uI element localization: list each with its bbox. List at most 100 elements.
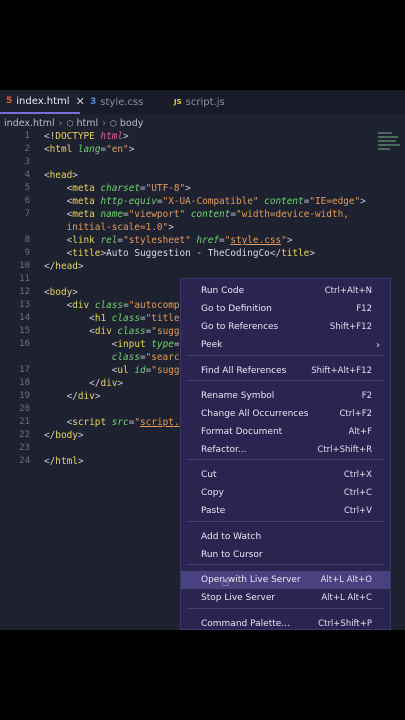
tab-style-css[interactable]: 3 style.css xyxy=(84,90,164,114)
menu-item-label: Refactor... xyxy=(201,445,247,455)
menu-item-find-all-references[interactable]: Find All References Shift+Alt+F12 xyxy=(181,362,390,380)
menu-item-label: Rename Symbol xyxy=(201,391,275,401)
menu-item-add-to-watch[interactable]: Add to Watch xyxy=(181,528,390,546)
menu-item-open-with-live-server[interactable]: Open with Live Server Alt+L Alt+O xyxy=(181,571,390,589)
code-line: <title>Auto Suggestion - TheCodingCo</ti… xyxy=(66,248,315,259)
code-line: <link rel="stylesheet" href="style.css"> xyxy=(66,235,293,246)
line-number: 2 xyxy=(24,144,30,154)
menu-item-label: Find All References xyxy=(201,366,287,376)
chevron-right-icon: › xyxy=(58,117,63,129)
line-number xyxy=(0,221,34,234)
menu-item-label: Open with Live Server xyxy=(201,575,301,585)
menu-item-shortcut: Ctrl+Shift+P xyxy=(318,619,372,629)
line-number: 4 xyxy=(24,170,30,180)
menu-separator xyxy=(187,521,384,522)
context-menu: Run Code Ctrl+Alt+N Go to Definition F12 Go … xyxy=(180,278,391,630)
menu-item-label: Stop Live Server xyxy=(201,593,276,603)
line-number: 12 xyxy=(19,287,30,297)
line-number: 22 xyxy=(19,430,30,440)
line-number: 7 xyxy=(24,209,30,219)
css-file-icon: 3 xyxy=(90,97,97,107)
menu-item-change-all-occurrences[interactable]: Change All Occurrences Ctrl+F2 xyxy=(181,405,390,423)
menu-item-label: Run Code xyxy=(201,286,245,296)
line-number: 17 xyxy=(19,365,30,375)
minimap-line xyxy=(378,136,398,138)
menu-item-format-document[interactable]: Format Document Alt+F xyxy=(181,423,390,441)
line-number: 8 xyxy=(24,235,30,245)
line-number xyxy=(0,351,34,364)
breadcrumb-item-file[interactable]: index.html xyxy=(4,118,55,129)
element-icon: ⬡ xyxy=(109,118,117,128)
menu-item-peek[interactable]: Peek › xyxy=(181,336,390,354)
line-number: 1 xyxy=(24,131,30,141)
code-line: <head> xyxy=(44,170,78,181)
breadcrumb-item-html[interactable]: html xyxy=(76,118,98,129)
line-number: 6 xyxy=(24,196,30,206)
code-line: </head> xyxy=(44,261,84,272)
menu-separator xyxy=(187,608,384,609)
menu-item-label: Change All Occurrences xyxy=(201,409,309,419)
menu-item-shortcut: Alt+L Alt+C xyxy=(321,593,372,603)
menu-item-shortcut: Ctrl+Shift+R xyxy=(317,445,372,455)
menu-item-copy[interactable]: Copy Ctrl+C xyxy=(181,484,390,502)
menu-item-shortcut: Ctrl+F2 xyxy=(339,409,372,419)
menu-item-stop-live-server[interactable]: Stop Live Server Alt+L Alt+C xyxy=(181,589,390,607)
html-file-icon: 5 xyxy=(6,96,13,106)
menu-item-label: Run to Cursor xyxy=(201,550,263,560)
tab-index-html[interactable]: 5 index.html ✕ xyxy=(0,90,85,114)
minimap-line xyxy=(378,148,390,150)
menu-item-go-to-definition[interactable]: Go to Definition F12 xyxy=(181,300,390,318)
menu-item-label: Peek xyxy=(201,340,223,350)
tab-label: script.js xyxy=(185,96,225,108)
line-number: 9 xyxy=(24,248,30,258)
menu-item-shortcut: Alt+L Alt+O xyxy=(320,575,372,585)
menu-separator xyxy=(187,380,384,381)
menu-item-shortcut: Ctrl+Alt+N xyxy=(324,286,372,296)
tab-label: index.html xyxy=(16,95,70,107)
menu-item-label: Add to Watch xyxy=(201,532,262,542)
code-line: initial-scale=1.0"> xyxy=(66,222,174,233)
menu-item-label: Command Palette... xyxy=(201,619,290,629)
menu-item-refactor[interactable]: Refactor... Ctrl+Shift+R xyxy=(181,441,390,459)
menu-item-cut[interactable]: Cut Ctrl+X xyxy=(181,466,390,484)
breadcrumb-item-body[interactable]: body xyxy=(120,118,144,129)
menu-item-shortcut: Alt+F xyxy=(348,427,372,437)
mouse-pointer-icon: ☝ xyxy=(222,575,230,589)
menu-separator xyxy=(187,459,384,460)
line-number: 23 xyxy=(19,443,30,453)
menu-item-label: Copy xyxy=(201,488,224,498)
line-number: 13 xyxy=(19,300,30,310)
menu-item-run-to-cursor[interactable]: Run to Cursor xyxy=(181,546,390,564)
code-line: <html lang="en"> xyxy=(44,144,135,155)
menu-item-shortcut: F2 xyxy=(361,391,372,401)
minimap-line xyxy=(378,132,392,134)
tab-bar: 5 index.html ✕ 3 style.css JS script.js xyxy=(0,90,405,114)
line-number: 5 xyxy=(24,183,30,193)
menu-item-go-to-references[interactable]: Go to References Shift+F12 xyxy=(181,318,390,336)
menu-item-label: Paste xyxy=(201,506,226,516)
menu-item-command-palette[interactable]: Command Palette... Ctrl+Shift+P xyxy=(181,615,390,629)
menu-item-label: Format Document xyxy=(201,427,283,437)
menu-item-paste[interactable]: Paste Ctrl+V xyxy=(181,502,390,520)
menu-item-shortcut: Shift+Alt+F12 xyxy=(311,366,372,376)
menu-item-shortcut: Ctrl+X xyxy=(343,470,372,480)
tab-script-js[interactable]: JS script.js xyxy=(168,90,248,114)
line-number: 19 xyxy=(19,391,30,401)
menu-item-label: Cut xyxy=(201,470,217,480)
chevron-right-icon: › xyxy=(376,339,380,351)
code-line: <meta http-equiv="X-UA-Compatible" conte… xyxy=(66,196,366,207)
line-number: 16 xyxy=(19,339,30,349)
line-number: 20 xyxy=(19,404,30,414)
menu-item-rename-symbol[interactable]: Rename Symbol F2 xyxy=(181,387,390,405)
line-number: 3 xyxy=(24,157,30,167)
menu-separator xyxy=(187,564,384,565)
menu-item-run-code[interactable]: Run Code Ctrl+Alt+N xyxy=(181,282,390,300)
line-number: 18 xyxy=(19,378,30,388)
menu-item-shortcut: F12 xyxy=(356,304,372,314)
menu-item-shortcut: Ctrl+C xyxy=(343,488,372,498)
minimap[interactable] xyxy=(378,130,402,160)
line-number: 21 xyxy=(19,417,30,427)
minimap-line xyxy=(378,144,400,146)
line-number: 15 xyxy=(19,326,30,336)
